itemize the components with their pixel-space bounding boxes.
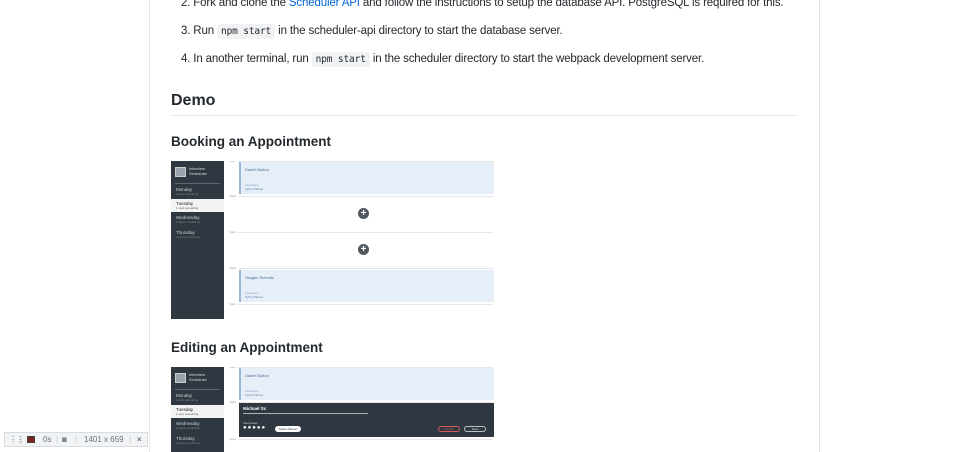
sidebar-divider bbox=[175, 389, 220, 390]
gif-sidebar: Interview Scheduler Monday 1 spot remaini… bbox=[171, 367, 224, 452]
scheduler-logo: Interview Scheduler bbox=[175, 372, 219, 386]
day-spots: 4 spots remaining bbox=[176, 235, 200, 239]
logo-icon bbox=[175, 373, 186, 383]
sidebar-day-thursday: Thursday 4 spots remaining bbox=[171, 228, 224, 241]
interviewer-name: Sylvia Palmer bbox=[245, 295, 264, 299]
logo-text: Interview Scheduler bbox=[189, 166, 208, 176]
day-spots: 4 spots remaining bbox=[176, 441, 200, 445]
interviewer-name: Sylvia Palmer bbox=[245, 187, 264, 191]
interviewer-avatars-icon: ●●●●● bbox=[243, 425, 267, 431]
booking-demo-gif: Interview Scheduler Monday 1 spot remaini… bbox=[171, 161, 500, 319]
step-text: in the scheduler directory to start the … bbox=[369, 53, 705, 65]
step-number: 4. bbox=[181, 53, 191, 65]
save-button: Save bbox=[464, 426, 486, 432]
sidebar-divider bbox=[175, 183, 220, 184]
day-spots: 1 spot remaining bbox=[176, 192, 199, 196]
time-divider bbox=[238, 268, 493, 269]
separator: | bbox=[75, 435, 78, 444]
student-name: Daniel Bolton bbox=[245, 373, 269, 378]
sidebar-day-wednesday: Wednesday 3 spots remaining bbox=[171, 213, 224, 226]
day-spots: 1 spot remaining bbox=[176, 412, 199, 416]
separator: | bbox=[129, 435, 132, 444]
page: 2. Fork and clone the Scheduler API and f… bbox=[0, 0, 960, 452]
step-text: in the scheduler-api directory to start … bbox=[275, 25, 563, 37]
demo-heading: Demo bbox=[171, 92, 216, 109]
close-icon[interactable]: × bbox=[137, 433, 142, 446]
day-name: Tuesday bbox=[176, 407, 194, 412]
time-label: 1pm bbox=[230, 161, 236, 163]
time-label: 1pm bbox=[230, 367, 236, 369]
heading-divider bbox=[170, 115, 797, 116]
step-text: In another terminal, run bbox=[193, 53, 312, 65]
scheduler-api-link[interactable]: Scheduler API bbox=[289, 0, 360, 9]
camera-icon[interactable]: ◙ bbox=[62, 433, 67, 446]
time-divider bbox=[238, 304, 493, 305]
inline-code: npm start bbox=[217, 24, 276, 39]
day-name: Thursday bbox=[176, 436, 195, 441]
day-name: Wednesday bbox=[176, 215, 200, 220]
input-underline bbox=[243, 413, 368, 414]
time-label: 1pm bbox=[230, 400, 236, 404]
selected-interviewer: Sylvia Palmer bbox=[275, 426, 301, 432]
step-text: and follow the instructions to setup the… bbox=[359, 0, 784, 9]
setup-step-2: 2. Fork and clone the Scheduler API and f… bbox=[181, 0, 784, 11]
student-name-input: Michael Sc bbox=[243, 406, 267, 411]
day-name: Thursday bbox=[176, 230, 195, 235]
time-divider bbox=[238, 232, 493, 233]
appointment-form: Michael Sc Interviewer ●●●●● Sylvia Palm… bbox=[239, 403, 494, 437]
sidebar-day-monday: Monday 1 spot remaining bbox=[171, 185, 224, 198]
add-appointment-icon: + bbox=[358, 244, 369, 255]
day-name: Monday bbox=[176, 393, 193, 398]
student-name: Vaughn Schmitz bbox=[245, 275, 274, 280]
step-text: Fork and clone the bbox=[193, 0, 289, 9]
time-label: 1pm bbox=[230, 194, 236, 198]
devtools-recording-bar: ⋮⋮ | 0s | ◙ | 1401 x 659 | × bbox=[4, 432, 148, 447]
step-number: 3. bbox=[181, 25, 191, 37]
logo-text: Interview Scheduler bbox=[189, 372, 208, 382]
booking-heading: Booking an Appointment bbox=[171, 134, 331, 149]
readme-article: 2. Fork and clone the Scheduler API and f… bbox=[149, 0, 820, 452]
step-text: Run bbox=[193, 25, 217, 37]
add-appointment-icon: + bbox=[358, 208, 369, 219]
day-name: Monday bbox=[176, 187, 193, 192]
day-spots: 3 spots remaining bbox=[176, 220, 200, 224]
day-spots: 1 spot remaining bbox=[176, 398, 199, 402]
editing-demo-gif: Interview Scheduler Monday 1 spot remaini… bbox=[171, 367, 500, 452]
day-spots: 3 spots remaining bbox=[176, 426, 200, 430]
sidebar-day-tuesday: Tuesday 1 spot remaining bbox=[171, 199, 224, 212]
interviewer-name: Sylvia Palmer bbox=[245, 393, 264, 397]
sidebar-day-monday: Monday 1 spot remaining bbox=[171, 391, 224, 404]
time-label: 1pm bbox=[230, 302, 236, 306]
day-name: Wednesday bbox=[176, 421, 200, 426]
sidebar-day-thursday: Thursday 4 spots remaining bbox=[171, 434, 224, 447]
separator: | bbox=[20, 435, 23, 444]
day-spots: 1 spot remaining bbox=[176, 206, 199, 210]
setup-step-3: 3. Run npm start in the scheduler-api dir… bbox=[181, 23, 563, 40]
record-stop-icon[interactable] bbox=[27, 436, 35, 443]
sidebar-day-wednesday: Wednesday 3 spots remaining bbox=[171, 419, 224, 432]
student-name: Daniel Bolton bbox=[245, 167, 269, 172]
inline-code: npm start bbox=[311, 52, 370, 67]
appointment-card: Daniel Bolton Interviewer Sylvia Palmer bbox=[239, 368, 494, 400]
viewport-dimensions: 1401 x 659 bbox=[84, 435, 124, 444]
time-divider bbox=[238, 196, 493, 197]
logo-icon bbox=[175, 167, 186, 177]
gif-sidebar: Interview Scheduler Monday 1 spot remaini… bbox=[171, 161, 224, 319]
recording-timer: 0s bbox=[43, 435, 52, 444]
appointment-card: Daniel Bolton Interviewer Sylvia Palmer bbox=[239, 162, 494, 194]
step-number: 2. bbox=[181, 0, 191, 9]
appointment-card: Vaughn Schmitz Interviewer Sylvia Palmer bbox=[239, 270, 494, 302]
cancel-button: Cancel bbox=[438, 426, 460, 432]
separator: | bbox=[56, 435, 59, 444]
sidebar-day-tuesday: Tuesday 1 spot remaining bbox=[171, 405, 224, 418]
time-label: 1pm bbox=[230, 230, 236, 234]
setup-step-4: 4. In another terminal, run npm start in … bbox=[181, 51, 704, 68]
time-label: 1pm bbox=[230, 266, 236, 270]
time-divider bbox=[238, 439, 493, 440]
editing-heading: Editing an Appointment bbox=[171, 340, 323, 355]
scheduler-logo: Interview Scheduler bbox=[175, 166, 219, 180]
time-label: 1pm bbox=[230, 437, 236, 441]
day-name: Tuesday bbox=[176, 201, 194, 206]
